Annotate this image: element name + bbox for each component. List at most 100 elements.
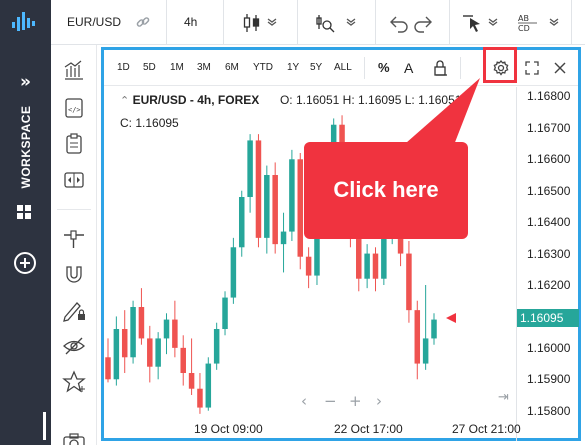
chevron-down-icon[interactable]	[549, 18, 559, 26]
symbol-selector[interactable]: EUR/USD	[67, 15, 121, 29]
legend-open: O: 1.16051	[279, 93, 340, 107]
timeframe-5d[interactable]: 5D	[143, 62, 156, 73]
timeframe-all[interactable]: ALL	[334, 62, 352, 73]
timeframe-6m[interactable]: 6M	[225, 62, 239, 73]
candle	[113, 316, 120, 386]
timeframe-3m[interactable]: 3M	[197, 62, 211, 73]
redo-icon[interactable]	[412, 12, 434, 34]
y-tick-label: 1.16600	[527, 152, 571, 167]
timeframe-5y[interactable]: 5Y	[310, 62, 322, 73]
toolbar-divider	[166, 0, 167, 45]
timeframe-ytd[interactable]: YTD	[253, 62, 273, 73]
chevron-down-icon[interactable]	[346, 18, 356, 26]
cursor-icon[interactable]	[461, 12, 483, 34]
svg-text:AB: AB	[518, 14, 529, 23]
chevron-down-icon[interactable]	[267, 18, 277, 26]
candle-body	[272, 175, 278, 245]
candle	[105, 338, 111, 383]
timeframe-1y[interactable]: 1Y	[287, 62, 299, 73]
zoom-out-button[interactable]: −	[324, 392, 337, 410]
indicator-templates-icon[interactable]	[61, 57, 87, 83]
rail-scroll-indicator	[43, 412, 46, 440]
y-tick-label: 1.16500	[527, 183, 571, 198]
candle	[138, 288, 145, 345]
script-editor-icon[interactable]: </>	[61, 95, 87, 121]
workspace-label: WORKSPACE	[19, 105, 33, 189]
legend-symbol-name: EUR/USD - 4h, FOREX	[132, 93, 260, 107]
hide-drawings-icon[interactable]	[61, 333, 87, 359]
y-tick-label: 1.15800	[527, 403, 571, 418]
candle	[264, 165, 270, 254]
windows-icon[interactable]	[17, 205, 31, 219]
candle-body	[289, 159, 295, 232]
legend-low: L: 1.16051	[404, 93, 462, 107]
candle-body	[422, 338, 429, 364]
candle-body	[356, 237, 362, 279]
undo-icon[interactable]	[388, 12, 410, 34]
lock-icon[interactable]	[432, 59, 450, 77]
candle-body	[406, 253, 412, 311]
text-tools-icon[interactable]: AB CD	[517, 12, 543, 34]
price-axis[interactable]: 1.16800 1.16700 1.16600 1.16500 1.16400 1.163…	[516, 87, 579, 441]
candle-body	[155, 338, 161, 367]
candle-body	[113, 329, 120, 380]
last-price-value: 1.16095	[520, 311, 564, 325]
timeframe-1m[interactable]: 1M	[170, 62, 184, 73]
star-icon[interactable]	[61, 369, 87, 395]
zoom-in-button[interactable]: +	[349, 392, 362, 410]
candle	[364, 244, 370, 289]
pencil-lock-icon[interactable]	[61, 297, 87, 323]
scroll-left-button[interactable]: ‹	[301, 392, 307, 410]
candle	[222, 291, 228, 336]
expand-workspace-button[interactable]: »	[0, 72, 51, 92]
candle	[272, 162, 278, 254]
auto-scale-toggle[interactable]: A	[404, 60, 413, 76]
candle-body	[147, 338, 153, 367]
candle	[414, 300, 421, 380]
candle	[130, 300, 136, 364]
candle	[188, 338, 195, 395]
workspace-button[interactable]: WORKSPACE	[10, 97, 42, 197]
camera-icon[interactable]	[61, 429, 87, 445]
candle	[121, 310, 128, 373]
last-price-marker	[446, 313, 456, 323]
settings-highlight-box	[483, 47, 517, 83]
candle	[163, 313, 170, 355]
svg-text:CD: CD	[518, 24, 530, 33]
clipboard-icon[interactable]	[61, 131, 87, 157]
magnet-icon[interactable]	[61, 261, 87, 287]
plus-circle-icon[interactable]	[14, 252, 36, 274]
candle-body	[264, 175, 270, 238]
candle	[422, 285, 429, 370]
timeframe-1d[interactable]: 1D	[117, 62, 130, 73]
candle-body	[205, 363, 212, 408]
candle-body	[431, 319, 437, 339]
candle	[289, 149, 295, 241]
candle-body	[414, 310, 421, 364]
chevron-down-icon[interactable]	[488, 18, 498, 26]
reset-scale-button[interactable]: ⇥	[498, 390, 509, 405]
legend-close: C: 1.16095	[120, 116, 179, 130]
scroll-right-button[interactable]: ›	[376, 392, 382, 410]
close-icon[interactable]	[551, 59, 569, 77]
candle	[147, 325, 153, 383]
percent-scale-toggle[interactable]: %	[378, 60, 390, 75]
candles-icon[interactable]	[241, 12, 263, 34]
candle-body	[305, 256, 312, 276]
indicators-icon[interactable]	[314, 12, 336, 34]
toolbar-divider	[571, 0, 572, 45]
bar-chart-logo-icon[interactable]	[8, 8, 42, 34]
candle-body	[372, 253, 379, 279]
y-tick-label: 1.16400	[527, 215, 571, 230]
fullscreen-icon[interactable]	[523, 59, 541, 77]
chevron-up-icon[interactable]: ⌃	[120, 94, 129, 107]
interval-selector[interactable]: 4h	[184, 15, 197, 29]
callout-text: Click here	[333, 177, 439, 202]
toolbar-divider	[375, 0, 376, 45]
candle-body	[247, 140, 253, 197]
toolbar-divider	[449, 0, 450, 45]
candlestick-plot[interactable]	[104, 87, 516, 441]
horizontal-line-icon[interactable]	[61, 225, 87, 251]
compare-icon[interactable]	[61, 167, 87, 193]
link-icon[interactable]	[135, 14, 151, 30]
